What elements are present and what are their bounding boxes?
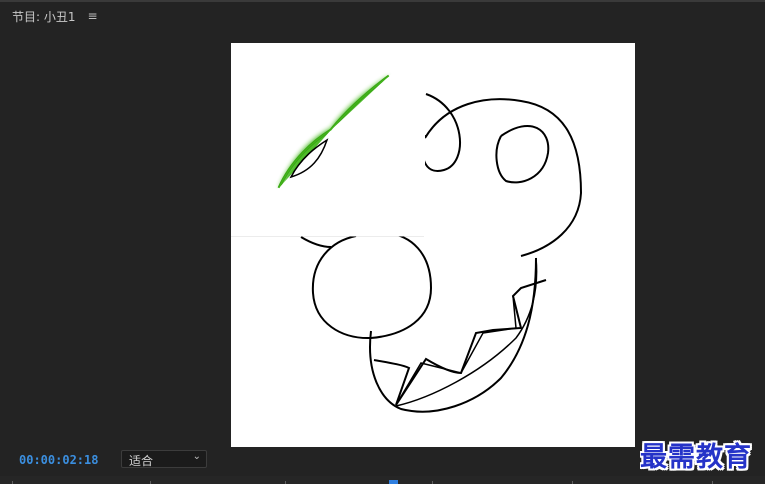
clown-drawing	[231, 43, 583, 413]
zoom-fit-value: 适合	[129, 454, 154, 468]
panel-title[interactable]: 节目: 小丑1	[12, 8, 76, 25]
clown-teeth	[373, 279, 547, 406]
watermark-logo: 最需教育	[640, 435, 765, 471]
chevron-down-icon: ⌄	[192, 451, 201, 462]
watermark-text: 最需教育	[640, 442, 752, 471]
panel-header: 节目: 小丑1 ≡	[0, 2, 765, 30]
clown-teeth-lower	[395, 295, 517, 406]
timecode-display[interactable]: 00:00:02:18	[19, 453, 98, 467]
clown-mouth-lower	[369, 257, 537, 413]
hamburger-menu-icon[interactable]: ≡	[86, 9, 100, 23]
zoom-fit-dropdown[interactable]: 适合 ⌄	[121, 450, 207, 468]
clown-eye-left	[495, 125, 550, 184]
playhead-handle[interactable]	[389, 480, 398, 484]
clown-nose	[311, 232, 433, 340]
playback-ruler[interactable]	[0, 476, 765, 484]
clown-cheek-line	[300, 236, 332, 248]
clown-mouth-upper	[395, 257, 538, 407]
program-monitor-frame	[231, 43, 635, 447]
